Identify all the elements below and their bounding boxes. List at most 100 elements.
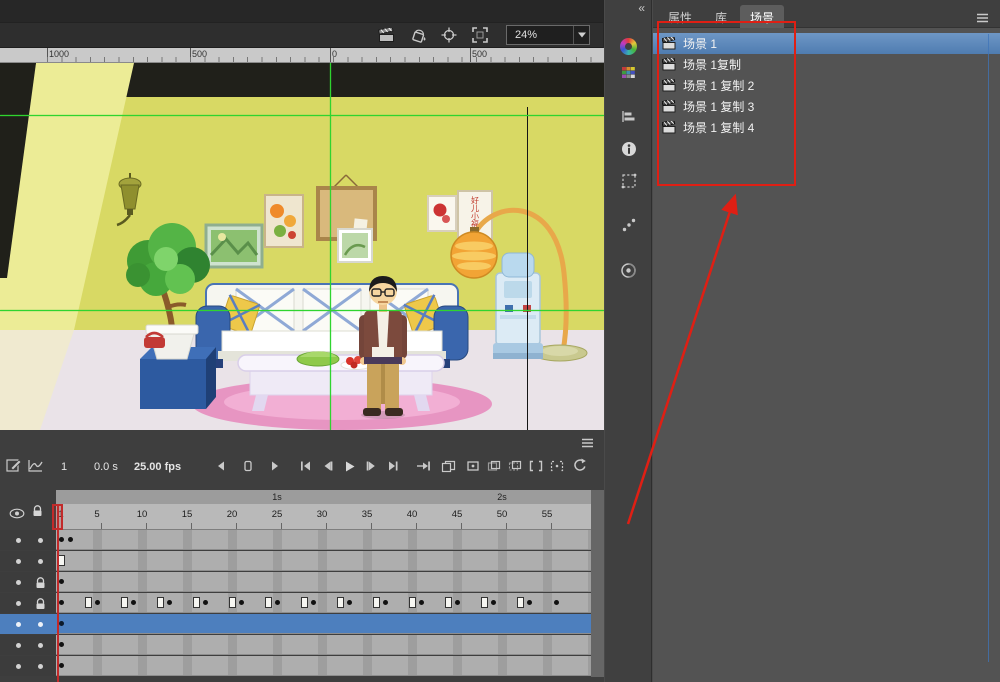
layer-frame-strip[interactable] [56, 614, 604, 634]
go-to-last-frame-button[interactable] [384, 457, 402, 475]
keyframe-hollow [193, 597, 200, 608]
layer-frame-strip[interactable] [56, 530, 604, 550]
guide-vertical[interactable] [330, 63, 331, 430]
keyframe-dot [275, 600, 280, 605]
scene-list-item[interactable]: 场景 1复制 [653, 54, 1000, 75]
timeline-layer-row[interactable] [0, 614, 604, 634]
frame-number: 55 [542, 509, 553, 520]
timeline-panel: 1 0.0 s 25.00 fps 1s2s 15101520253035404… [0, 430, 604, 682]
stage[interactable]: 好儿小福祥 [0, 63, 604, 430]
frame-number: 30 [317, 509, 328, 520]
scene-list-item[interactable]: 场景 1 [653, 33, 1000, 54]
insert-marker-button[interactable] [414, 457, 432, 475]
keyframe-hollow [337, 597, 344, 608]
onion-skin-outlines-button[interactable] [485, 457, 503, 475]
scene-list-item[interactable]: 场景 1 复制 3 [653, 96, 1000, 117]
panel-menu-button[interactable] [973, 9, 991, 27]
modify-markers-button[interactable] [527, 457, 545, 475]
guide-horizontal-1[interactable] [0, 115, 604, 116]
layer-lock-dot[interactable] [38, 538, 43, 543]
step-back-button[interactable] [212, 457, 230, 475]
next-frame-button[interactable] [362, 457, 380, 475]
collapse-dock-button[interactable]: « [638, 1, 645, 15]
eye-icon[interactable] [9, 506, 25, 524]
motion-editor-button[interactable] [26, 456, 44, 474]
keyframe-dot [59, 537, 64, 542]
frame-number: 45 [452, 509, 463, 520]
timeline-layer-row[interactable] [0, 656, 604, 676]
guide-horizontal-2[interactable] [0, 310, 604, 311]
edit-symbols-button[interactable] [409, 26, 427, 44]
layer-frame-strip[interactable] [56, 572, 604, 592]
timeline-layer-row[interactable] [0, 572, 604, 592]
zoom-select[interactable]: 24% [506, 25, 590, 45]
timeline-layer-row[interactable] [0, 530, 604, 550]
tl-left-tools [5, 456, 44, 474]
play-button[interactable] [340, 457, 358, 475]
layer-frame-strip[interactable] [56, 551, 604, 571]
swatches-panel-button[interactable] [611, 60, 646, 85]
transform-panel-button[interactable] [611, 168, 646, 193]
clip-content-button[interactable] [471, 26, 489, 44]
frame-number: 40 [407, 509, 418, 520]
layer-rows [0, 530, 604, 677]
layer-frame-strip[interactable] [56, 593, 604, 613]
keyframe-dot [203, 600, 208, 605]
brush-panel-button[interactable] [611, 212, 646, 237]
timeline-layer-row[interactable] [0, 593, 604, 613]
previous-frame-button[interactable] [318, 457, 336, 475]
layer-lock-icon[interactable] [35, 597, 46, 615]
scene-clapperboard-icon [662, 79, 677, 92]
horizontal-ruler[interactable]: 10005000500 [0, 48, 604, 63]
info-panel-button[interactable] [611, 136, 646, 161]
layer-visible-dot[interactable] [16, 580, 21, 585]
timeline-layer-row[interactable] [0, 551, 604, 571]
edit-multiple-frames-button[interactable] [506, 457, 524, 475]
lock-icon[interactable] [32, 504, 43, 522]
onion-skin-button[interactable] [464, 457, 482, 475]
timeline-layer-row[interactable] [0, 635, 604, 655]
layer-visible-dot[interactable] [16, 622, 21, 627]
layer-visible-dot[interactable] [16, 643, 21, 648]
playhead-line[interactable] [57, 504, 59, 682]
center-stage-button[interactable] [440, 26, 458, 44]
frame-rate-value[interactable]: 25.00 fps [134, 461, 181, 473]
layer-visible-dot[interactable] [16, 664, 21, 669]
frame-number-row[interactable]: 1510152025303540455055 [56, 504, 604, 530]
chevron-down-icon [573, 26, 589, 44]
ruler-major-tick [47, 48, 48, 62]
layer-visible-dot[interactable] [16, 559, 21, 564]
layer-lock-icon[interactable] [35, 576, 46, 594]
layer-lock-dot[interactable] [38, 622, 43, 627]
layer-lock-dot[interactable] [38, 664, 43, 669]
reset-timeline-button[interactable] [570, 456, 588, 474]
go-to-first-frame-button[interactable] [296, 457, 314, 475]
color-panel-button[interactable] [611, 34, 646, 59]
keyframe-dot [455, 600, 460, 605]
keyframe-dot [419, 600, 424, 605]
step-forward-button[interactable] [266, 457, 284, 475]
align-panel-button[interactable] [611, 104, 646, 129]
duplicate-frame-button[interactable] [439, 457, 457, 475]
panel-tab-bar: 属性库场景 [653, 0, 1000, 28]
frame-number: 15 [182, 509, 193, 520]
layer-lock-dot[interactable] [38, 559, 43, 564]
layer-lock-dot[interactable] [38, 643, 43, 648]
layer-frame-strip[interactable] [56, 635, 604, 655]
stop-button[interactable] [239, 457, 257, 475]
scene-list: 场景 1场景 1复制场景 1 复制 2场景 1 复制 3场景 1 复制 4 [653, 28, 1000, 682]
edit-scene-button[interactable] [378, 26, 396, 44]
ruler-label: 500 [192, 49, 207, 59]
onion-range-button[interactable] [548, 457, 566, 475]
keyframe-hollow [58, 555, 65, 566]
layer-visible-dot[interactable] [16, 538, 21, 543]
panel-dock-strip: « [605, 0, 652, 682]
layer-frame-strip[interactable] [56, 656, 604, 676]
scene-list-item[interactable]: 场景 1 复制 4 [653, 117, 1000, 138]
keyframe-hollow [445, 597, 452, 608]
layer-visible-dot[interactable] [16, 601, 21, 606]
link-panel-button[interactable] [611, 258, 646, 283]
scene-list-item[interactable]: 场景 1 复制 2 [653, 75, 1000, 96]
timeline-menu-button[interactable] [578, 434, 596, 452]
edit-frames-button[interactable] [5, 456, 23, 474]
